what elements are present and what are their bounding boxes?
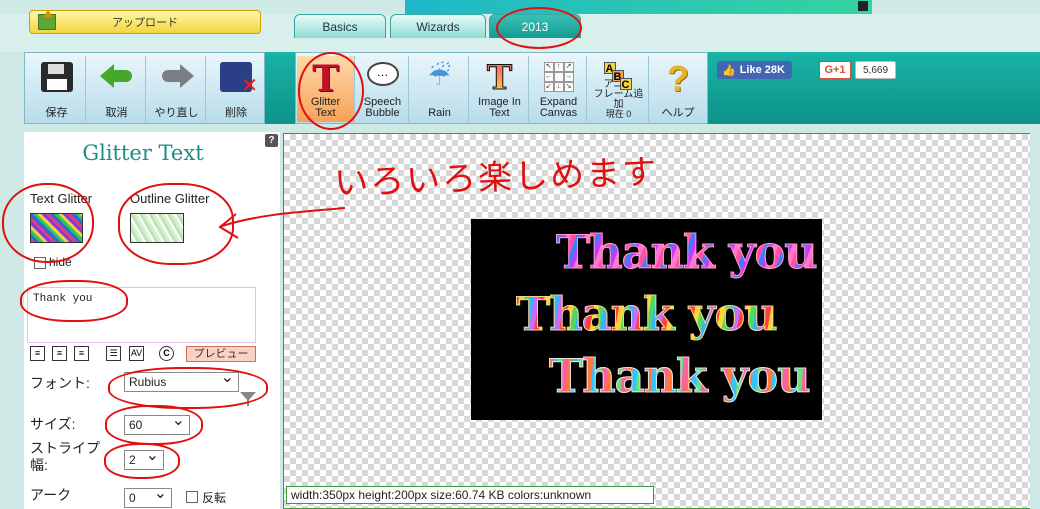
glitter-text-line: Thank you — [516, 287, 779, 342]
speech-bubble-button[interactable]: … Speech Bubble — [357, 56, 409, 122]
kerning-button[interactable]: AV — [129, 346, 144, 361]
undo-icon — [99, 62, 134, 90]
banner-square-icon — [858, 1, 868, 11]
panel-help-icon[interactable]: ? — [265, 134, 278, 147]
arc-select[interactable]: 0 — [124, 485, 172, 508]
expand-canvas-icon: ↖ ↑ ↗ ← → ↙ ↓ ↘ — [543, 62, 574, 92]
undo-label: 取消 — [105, 107, 128, 119]
frame-add-icon: A B C — [603, 62, 634, 92]
annotation-circle — [118, 183, 234, 265]
upload-button[interactable]: アップロード — [29, 10, 261, 34]
copyright-button[interactable]: C — [159, 346, 174, 361]
image-in-text-label-2: Text — [489, 107, 510, 119]
annotation-circle — [104, 443, 180, 479]
upload-icon — [38, 10, 56, 30]
annotation-circle — [2, 183, 94, 263]
annotation-circle — [496, 7, 582, 49]
expand-canvas-button[interactable]: ↖ ↑ ↗ ← → ↙ ↓ ↘ Expand Canvas — [531, 56, 587, 122]
annotation-circle — [20, 280, 128, 322]
delete-icon — [220, 62, 258, 98]
arc-label: アーク — [30, 487, 72, 503]
facebook-like-button[interactable]: 👍 Like 28K — [717, 61, 792, 79]
annotation-circle — [105, 405, 203, 445]
glitter-text-line: Thank you — [549, 349, 812, 404]
google-plus-count: 5,669 — [855, 61, 896, 79]
save-button[interactable]: 保存 — [28, 56, 86, 122]
panel-title: Glitter Text — [82, 141, 204, 165]
annotation-circle — [108, 367, 268, 409]
image-in-text-button[interactable]: T Image In Text — [471, 56, 529, 122]
speech-bubble-label-2: Bubble — [365, 107, 400, 119]
align-left-button[interactable]: ≡ — [30, 346, 45, 361]
undo-button[interactable]: 取消 — [88, 56, 146, 122]
reverse-label: 反転 — [202, 491, 227, 505]
frame-add-label-3: 現在 0 — [605, 109, 632, 119]
glitter-text-line: Thank you — [556, 225, 819, 280]
save-label: 保存 — [45, 107, 68, 119]
delete-button[interactable]: 削除 — [208, 56, 264, 122]
help-button[interactable]: ? ヘルプ — [651, 56, 705, 122]
image-in-text-icon: T — [486, 58, 513, 98]
redo-button[interactable]: やり直し — [148, 56, 206, 122]
rain-label: Rain — [428, 107, 451, 119]
top-banner — [405, 0, 872, 14]
reverse-checkbox[interactable] — [186, 491, 198, 503]
align-center-button[interactable]: ≡ — [52, 346, 67, 361]
image-info-bar: width:350px height:200px size:60.74 KB c… — [286, 486, 654, 504]
annotation-circle — [298, 52, 364, 130]
rain-icon: ☔ — [427, 61, 452, 91]
facebook-like-label: Like 28K — [739, 64, 785, 76]
tab-basics[interactable]: Basics — [294, 14, 386, 38]
stripe-width-label: ストライプ 幅: — [30, 440, 100, 474]
page-right-edge — [1030, 133, 1040, 509]
redo-label: やり直し — [154, 107, 199, 119]
speech-bubble-icon: … — [366, 62, 399, 86]
help-icon: ? — [667, 58, 689, 99]
expand-canvas-label-2: Canvas — [539, 107, 578, 119]
save-icon — [40, 62, 73, 92]
stripe-width-label-line2: 幅: — [30, 457, 48, 473]
glitter-image-preview[interactable]: Thank you Thank you Thank you — [471, 219, 822, 420]
line-spacing-button[interactable]: ☰ — [106, 346, 121, 361]
font-label: フォント: — [30, 375, 90, 391]
help-label: ヘルプ — [661, 107, 695, 119]
thumbs-up-icon: 👍 — [722, 64, 736, 77]
frame-add-label-2: フレーム追加 — [593, 89, 644, 110]
redo-icon — [160, 62, 194, 90]
preview-button[interactable]: プレビュー — [186, 346, 256, 362]
tab-wizards[interactable]: Wizards — [390, 14, 486, 38]
rain-button[interactable]: ☔ Rain — [411, 56, 469, 122]
size-label: サイズ: — [30, 416, 76, 432]
stripe-width-label-line1: ストライプ — [30, 440, 100, 456]
delete-label: 削除 — [225, 107, 247, 119]
upload-label: アップロード — [112, 17, 178, 29]
google-plus-button[interactable]: G+1 — [819, 61, 851, 79]
frame-add-button[interactable]: A B C アニメ フレーム追加 現在 0 — [589, 56, 649, 122]
align-right-button[interactable]: ≡ — [74, 346, 89, 361]
